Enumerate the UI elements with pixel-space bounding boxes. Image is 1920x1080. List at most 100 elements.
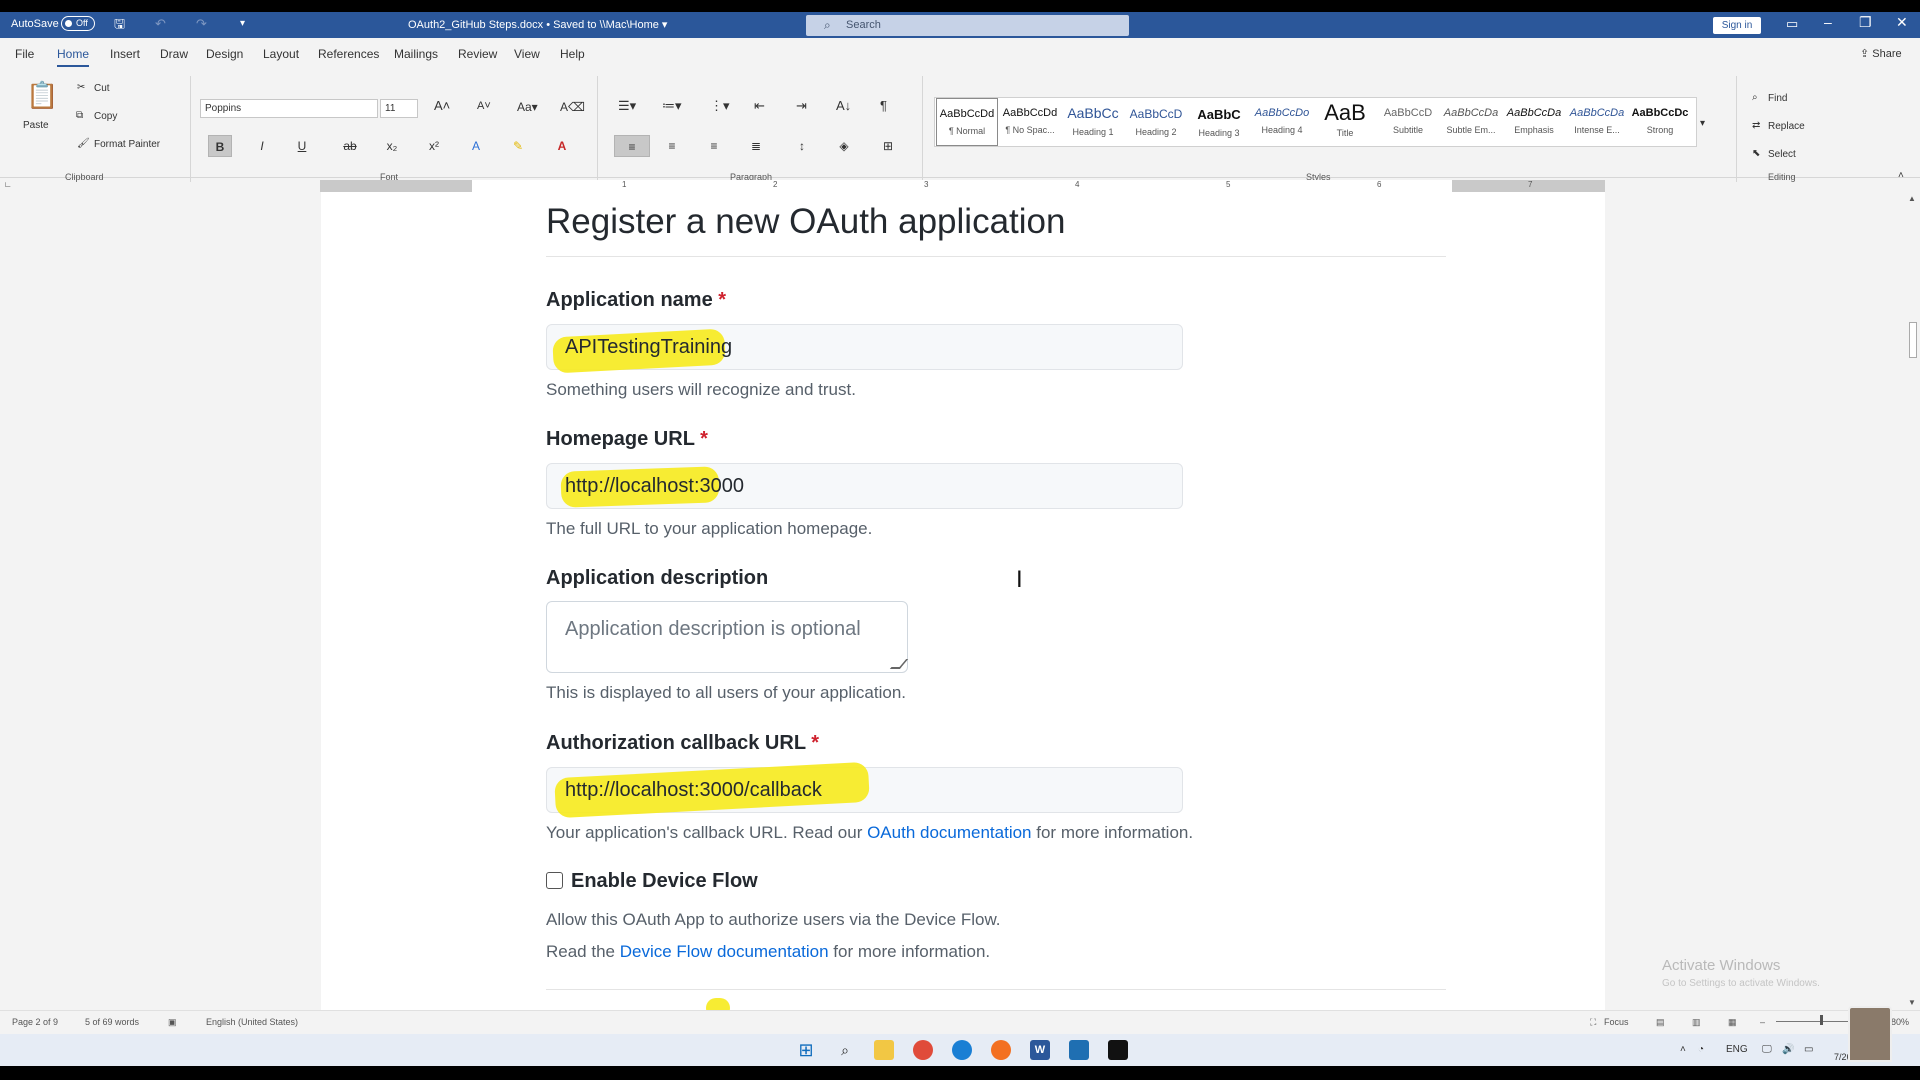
page-count[interactable]: Page 2 of 9 xyxy=(12,1017,58,1027)
input-language[interactable]: ENG xyxy=(1726,1044,1748,1055)
tray-app-icon[interactable]: ◔ xyxy=(1698,1044,1704,1055)
bullets-icon[interactable]: ☰▾ xyxy=(618,98,636,114)
enable-device-flow-checkbox[interactable] xyxy=(546,872,563,889)
align-right-icon[interactable]: ≡ xyxy=(702,135,726,157)
vertical-scrollbar[interactable]: ▲ ▼ xyxy=(1906,192,1920,1010)
font-size-box[interactable]: 11 xyxy=(380,99,418,118)
tray-overflow-icon[interactable]: ˄ xyxy=(1680,1044,1686,1055)
sign-in-button[interactable]: Sign in xyxy=(1713,17,1761,34)
tab-file[interactable]: File xyxy=(15,47,34,61)
redo-icon[interactable]: ↷ xyxy=(196,17,207,31)
grow-font-icon[interactable]: A˄ xyxy=(434,98,450,113)
tab-mailings[interactable]: Mailings xyxy=(394,47,438,61)
copy-button[interactable]: Copy xyxy=(94,111,117,122)
app-name-field[interactable]: APITestingTraining xyxy=(546,324,1183,374)
network-icon[interactable]: 🖵 xyxy=(1762,1044,1772,1055)
horizontal-ruler[interactable]: 1 2 3 4 5 6 7 xyxy=(320,180,1605,192)
style-normal[interactable]: AaBbCcDd ¶ Normal xyxy=(936,98,998,146)
style-intense-emphasis[interactable]: AaBbCcDa Intense E... xyxy=(1566,98,1628,146)
cut-button[interactable]: Cut xyxy=(94,83,110,94)
subscript-button[interactable]: x₂ xyxy=(380,135,404,157)
undo-icon[interactable]: ↶ xyxy=(155,17,166,31)
customize-qat-icon[interactable]: ▾ xyxy=(240,17,245,31)
document-page[interactable]: Register a new OAuth application Applica… xyxy=(321,192,1605,1010)
tab-design[interactable]: Design xyxy=(206,47,243,61)
word-count[interactable]: 5 of 69 words xyxy=(85,1017,139,1027)
italic-button[interactable]: I xyxy=(250,135,274,157)
battery-icon[interactable]: ▭ xyxy=(1804,1044,1813,1055)
tab-references[interactable]: References xyxy=(318,47,379,61)
numbering-icon[interactable]: ≔▾ xyxy=(662,98,682,114)
app-description-field[interactable]: Application description is optional xyxy=(546,601,909,673)
close-button[interactable]: ✕ xyxy=(1896,14,1908,31)
tab-view[interactable]: View xyxy=(514,47,540,61)
format-painter-button[interactable]: Format Painter xyxy=(94,139,160,150)
highlight-color-icon[interactable]: ✎ xyxy=(506,135,530,157)
select-button[interactable]: Select xyxy=(1768,149,1796,160)
oauth-documentation-link[interactable]: OAuth documentation xyxy=(867,823,1031,842)
tab-review[interactable]: Review xyxy=(458,47,497,61)
font-name-box[interactable]: Poppins xyxy=(200,99,378,118)
resize-handle-icon[interactable] xyxy=(889,659,909,669)
shading-icon[interactable]: ◈ xyxy=(832,135,856,157)
style-heading-3[interactable]: AaBbC Heading 3 xyxy=(1188,98,1250,146)
line-spacing-icon[interactable]: ↕ xyxy=(790,135,814,157)
edge-icon[interactable] xyxy=(952,1040,972,1060)
web-layout-icon[interactable]: ▦ xyxy=(1728,1017,1737,1028)
paste-button[interactable]: Paste xyxy=(23,120,49,131)
strikethrough-button[interactable]: ab xyxy=(338,135,362,157)
print-layout-icon[interactable]: ▥ xyxy=(1692,1017,1701,1028)
change-case-icon[interactable]: Aa▾ xyxy=(517,100,538,114)
scroll-up-icon[interactable]: ▲ xyxy=(1908,194,1916,203)
ribbon-display-icon[interactable]: ▭ xyxy=(1786,17,1798,31)
search-box[interactable]: ⌕ Search xyxy=(806,15,1129,36)
bold-button[interactable]: B xyxy=(208,135,232,157)
word-icon[interactable]: W xyxy=(1030,1040,1050,1060)
tab-help[interactable]: Help xyxy=(560,47,585,61)
find-button[interactable]: Find xyxy=(1768,93,1787,104)
postman-icon[interactable] xyxy=(991,1040,1011,1060)
text-effects-icon[interactable]: A xyxy=(464,135,488,157)
borders-icon[interactable]: ⊞ xyxy=(876,135,900,157)
minimize-button[interactable]: – xyxy=(1824,14,1832,30)
collapse-ribbon-icon[interactable]: ˄ xyxy=(1898,170,1904,181)
volume-icon[interactable]: 🔊 xyxy=(1782,1044,1794,1055)
style-subtitle[interactable]: AaBbCcD Subtitle xyxy=(1377,98,1439,146)
focus-mode-button[interactable]: Focus xyxy=(1604,1017,1629,1027)
proofing-icon[interactable]: ▣ xyxy=(168,1017,177,1028)
sort-icon[interactable]: A↓ xyxy=(836,98,851,113)
style-heading-2[interactable]: AaBbCcD Heading 2 xyxy=(1125,98,1187,146)
device-flow-documentation-link[interactable]: Device Flow documentation xyxy=(620,942,829,961)
read-mode-icon[interactable]: ▤ xyxy=(1656,1017,1665,1028)
increase-indent-icon[interactable]: ⇥ xyxy=(796,98,807,114)
share-button[interactable]: ⇪ Share xyxy=(1860,47,1902,60)
document-title[interactable]: OAuth2_GitHub Steps.docx • Saved to \\Ma… xyxy=(408,18,667,31)
enable-device-flow-label[interactable]: Enable Device Flow xyxy=(571,870,758,893)
style-title[interactable]: AaB Title xyxy=(1314,98,1376,146)
file-explorer-icon[interactable] xyxy=(874,1040,894,1060)
taskbar-search-icon[interactable]: ⌕ xyxy=(835,1040,855,1060)
style-strong[interactable]: AaBbCcDc Strong xyxy=(1629,98,1691,146)
style-heading-1[interactable]: AaBbCc Heading 1 xyxy=(1062,98,1124,146)
restore-button[interactable]: ❐ xyxy=(1859,14,1872,31)
decrease-indent-icon[interactable]: ⇤ xyxy=(754,98,765,114)
underline-button[interactable]: U xyxy=(290,135,314,157)
windows-start-icon[interactable]: ⊞ xyxy=(796,1040,816,1060)
homepage-url-field[interactable]: http://localhost:3000 xyxy=(546,463,1183,509)
paste-icon[interactable]: 📋 xyxy=(26,80,58,111)
align-left-icon[interactable]: ≡ xyxy=(614,135,650,157)
autosave-toggle[interactable]: Off xyxy=(61,16,95,31)
multilevel-list-icon[interactable]: ⋮▾ xyxy=(710,98,730,114)
tab-home[interactable]: Home xyxy=(57,47,90,67)
shrink-font-icon[interactable]: A˅ xyxy=(477,100,491,112)
terminal-icon[interactable] xyxy=(1108,1040,1128,1060)
save-icon[interactable]: 🖫 xyxy=(114,17,125,31)
zoom-slider-thumb[interactable] xyxy=(1820,1015,1823,1025)
replace-button[interactable]: Replace xyxy=(1768,121,1805,132)
chrome-icon[interactable] xyxy=(913,1040,933,1060)
tab-layout[interactable]: Layout xyxy=(263,47,299,61)
show-marks-icon[interactable]: ¶ xyxy=(880,98,887,113)
scroll-thumb[interactable] xyxy=(1909,322,1917,358)
notepad-icon[interactable] xyxy=(1069,1040,1089,1060)
language-indicator[interactable]: English (United States) xyxy=(206,1017,298,1027)
